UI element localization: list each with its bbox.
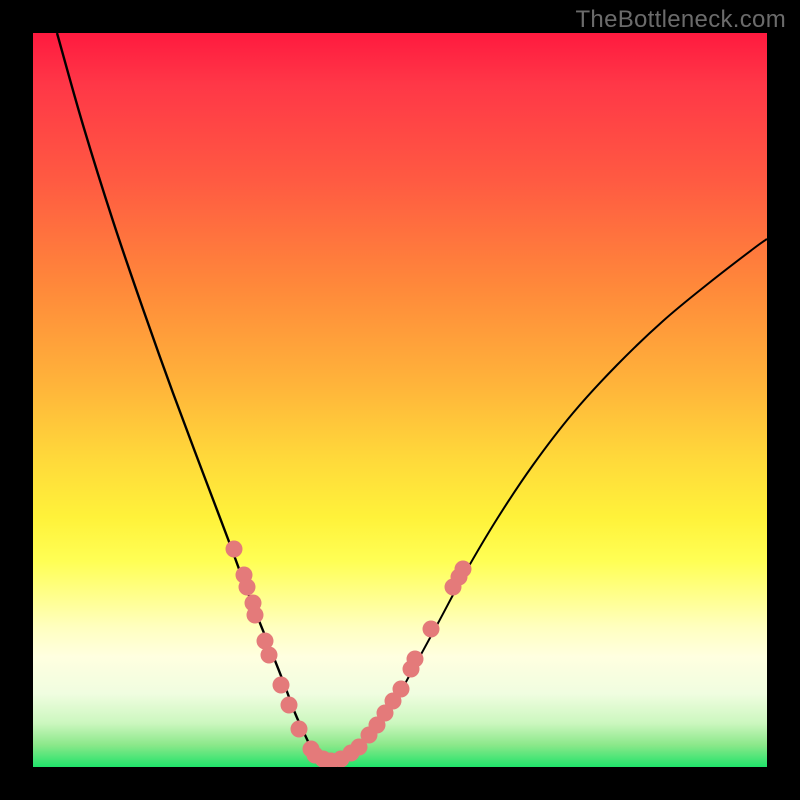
data-marker [393, 681, 410, 698]
chart-frame: TheBottleneck.com [0, 0, 800, 800]
data-marker [239, 579, 256, 596]
data-marker [291, 721, 308, 738]
data-marker [247, 607, 264, 624]
data-marker [407, 651, 424, 668]
plot-area [33, 33, 767, 767]
data-marker [261, 647, 278, 664]
bottleneck-chart-svg [33, 33, 767, 767]
watermark-text: TheBottleneck.com [575, 6, 786, 34]
data-marker [281, 697, 298, 714]
data-marker [273, 677, 290, 694]
data-markers [226, 541, 472, 768]
data-marker [423, 621, 440, 638]
data-marker [455, 561, 472, 578]
data-marker [226, 541, 243, 558]
left-curve [57, 33, 331, 761]
